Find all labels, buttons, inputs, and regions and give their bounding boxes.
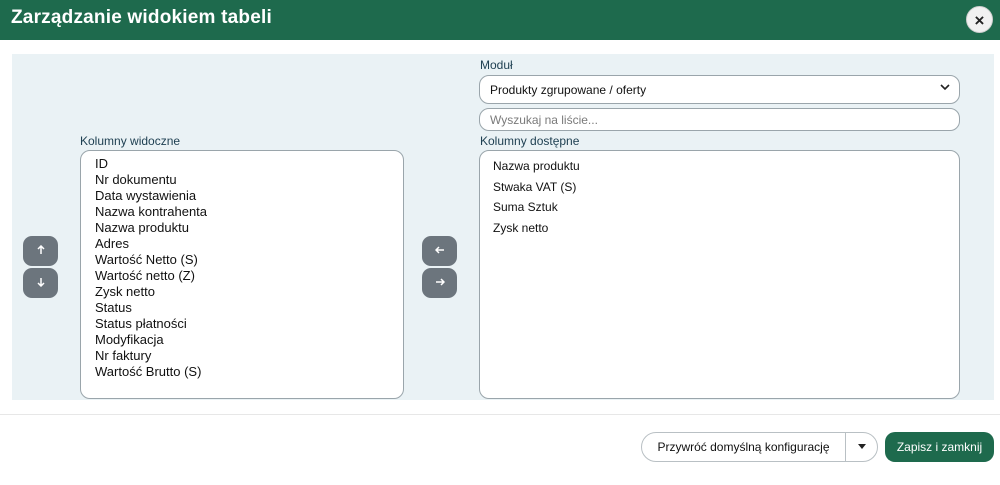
- visible-column-item[interactable]: ID: [95, 156, 403, 172]
- visible-column-item[interactable]: Nazwa produktu: [95, 220, 403, 236]
- move-down-button[interactable]: [23, 268, 58, 298]
- visible-column-item[interactable]: Status: [95, 300, 403, 316]
- restore-button-group: Przywróć domyślną konfigurację: [641, 432, 878, 462]
- available-column-item[interactable]: Stwaka VAT (S): [493, 177, 959, 198]
- visible-column-item[interactable]: Nazwa kontrahenta: [95, 204, 403, 220]
- visible-column-item[interactable]: Modyfikacja: [95, 332, 403, 348]
- modal-header: Zarządzanie widokiem tabeli ×: [0, 0, 1000, 40]
- module-select-value: Produkty zgrupowane / oferty: [490, 83, 647, 97]
- visible-column-item[interactable]: Wartość Netto (S): [95, 252, 403, 268]
- move-right-button[interactable]: [422, 268, 457, 298]
- caret-down-icon: [858, 442, 866, 452]
- available-columns-list[interactable]: Nazwa produktu Stwaka VAT (S) Suma Sztuk Zy…: [479, 150, 960, 399]
- move-up-button[interactable]: [23, 236, 58, 266]
- module-select[interactable]: Produkty zgrupowane / oferty: [479, 75, 960, 104]
- available-column-item[interactable]: Zysk netto: [493, 218, 959, 239]
- visible-column-item[interactable]: Zysk netto: [95, 284, 403, 300]
- footer-divider: [0, 414, 1000, 415]
- restore-default-button[interactable]: Przywróć domyślną konfigurację: [642, 433, 845, 461]
- available-column-item[interactable]: Suma Sztuk: [493, 197, 959, 218]
- visible-columns-label: Kolumny widoczne: [80, 134, 181, 148]
- save-and-close-button[interactable]: Zapisz i zamknij: [885, 432, 994, 462]
- module-label: Moduł: [480, 58, 513, 72]
- arrow-right-icon: [435, 276, 445, 290]
- visible-columns-list[interactable]: ID Nr dokumentu Data wystawienia Nazwa kont…: [80, 150, 404, 399]
- table-view-modal: Zarządzanie widokiem tabeli × Moduł Prod…: [0, 0, 1000, 485]
- close-button[interactable]: ×: [966, 6, 993, 33]
- available-column-item[interactable]: Nazwa produktu: [493, 156, 959, 177]
- visible-column-item[interactable]: Nr faktury: [95, 348, 403, 364]
- arrow-down-icon: [36, 276, 46, 290]
- visible-column-item[interactable]: Data wystawienia: [95, 188, 403, 204]
- modal-title: Zarządzanie widokiem tabeli: [11, 7, 272, 28]
- arrow-up-icon: [36, 244, 46, 258]
- visible-column-item[interactable]: Wartość netto (Z): [95, 268, 403, 284]
- visible-column-item[interactable]: Status płatności: [95, 316, 403, 332]
- visible-column-item[interactable]: Wartość Brutto (S): [95, 364, 403, 380]
- restore-dropdown-toggle[interactable]: [846, 433, 877, 461]
- move-left-button[interactable]: [422, 236, 457, 266]
- search-input[interactable]: [479, 108, 960, 131]
- arrow-left-icon: [434, 244, 445, 258]
- visible-column-item[interactable]: Adres: [95, 236, 403, 252]
- visible-column-item[interactable]: Nr dokumentu: [95, 172, 403, 188]
- available-columns-label: Kolumny dostępne: [480, 134, 580, 148]
- close-icon: ×: [974, 11, 985, 30]
- chevron-down-icon: [940, 82, 950, 95]
